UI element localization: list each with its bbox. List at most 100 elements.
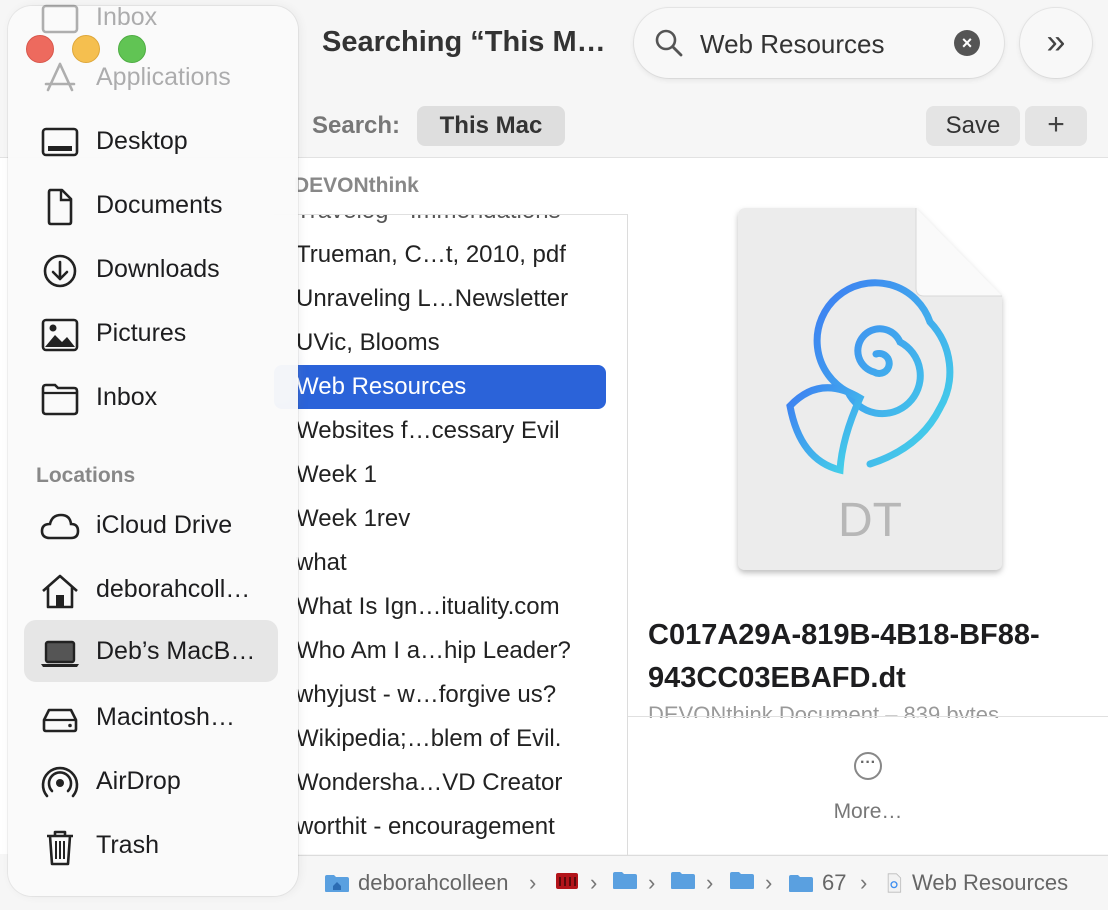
sidebar-item-home[interactable]: deborahcoll… bbox=[24, 558, 278, 620]
sidebar-item-trash[interactable]: Trash bbox=[24, 814, 278, 876]
sidebar-item-label: Trash bbox=[96, 831, 159, 859]
result-row[interactable]: Travelog - Immendations bbox=[274, 215, 606, 233]
path-item-label: 67 bbox=[822, 870, 847, 895]
scope-this-mac-button[interactable]: This Mac bbox=[417, 106, 565, 146]
path-item-folder-67[interactable]: 67 bbox=[788, 870, 846, 896]
preview-file-name: C017A29A-819B-4B18-BF88-943CC03EBAFD.dt bbox=[648, 619, 1040, 694]
sidebar-item-icloud-drive[interactable]: iCloud Drive bbox=[24, 494, 278, 556]
doc-icon-label: DT bbox=[838, 494, 902, 547]
sidebar-item-macbook[interactable]: Deb’s MacB… bbox=[24, 620, 278, 682]
path-item-label: deborahcolleen bbox=[358, 870, 509, 895]
folder-icon bbox=[789, 875, 813, 892]
results-group-header: DEVONthink bbox=[294, 174, 419, 197]
sidebar-item-label: Documents bbox=[96, 191, 223, 219]
desktop-icon bbox=[41, 127, 79, 157]
preview-pane: DT C017A29A-819B-4B18-BF88-943CC03EBAFD.… bbox=[628, 158, 1108, 855]
path-chevron-icon: › bbox=[765, 870, 773, 895]
sidebar-item-desktop[interactable]: Desktop bbox=[24, 110, 278, 172]
home-icon bbox=[42, 574, 78, 609]
path-item-home[interactable]: deborahcolleen bbox=[324, 870, 508, 896]
result-row[interactable]: Unraveling L…Newsletter bbox=[274, 277, 606, 321]
path-chevron-icon: › bbox=[648, 870, 656, 895]
path-item-label: Web Resources bbox=[912, 870, 1069, 895]
window-title: Searching “This M… bbox=[322, 26, 606, 58]
more-button[interactable]: More… bbox=[628, 800, 1108, 824]
download-icon bbox=[43, 254, 77, 288]
folder-icon bbox=[671, 872, 695, 889]
sidebar-item-label: Inbox bbox=[96, 3, 158, 31]
sidebar-item-label: deborahcoll… bbox=[96, 575, 251, 603]
result-row[interactable]: Wikipedia;…blem of Evil. bbox=[274, 717, 606, 761]
sidebar-item-label: Desktop bbox=[96, 127, 188, 155]
result-row[interactable]: Week 1rev bbox=[274, 497, 606, 541]
clear-search-icon[interactable]: × bbox=[954, 30, 980, 56]
document-icon bbox=[887, 873, 902, 893]
result-row[interactable]: whyjust - w…forgive us? bbox=[274, 673, 606, 717]
result-row[interactable]: Who Am I a…hip Leader? bbox=[274, 629, 606, 673]
result-row[interactable]: What Is Ign…ituality.com bbox=[274, 585, 606, 629]
devonthink-document-icon: DT bbox=[738, 208, 1002, 570]
trash-icon bbox=[47, 830, 73, 866]
sidebar-item-label: Deb’s MacB… bbox=[96, 637, 256, 665]
home-folder-icon bbox=[325, 875, 349, 892]
document-icon bbox=[47, 188, 73, 226]
sidebar-item-pictures[interactable]: Pictures bbox=[24, 302, 278, 364]
sidebar-item-macintosh-hd[interactable]: Macintosh… bbox=[24, 686, 278, 748]
sidebar-item-label: Pictures bbox=[96, 319, 187, 347]
path-item-folder[interactable] bbox=[729, 870, 755, 890]
path-item-web-resources[interactable]: Web Resources bbox=[884, 870, 1068, 896]
sidebar-item-airdrop[interactable]: AirDrop bbox=[24, 750, 278, 812]
folder-icon bbox=[613, 872, 637, 889]
inbox-icon bbox=[41, 4, 79, 34]
devonthink-database-icon bbox=[556, 873, 578, 889]
search-icon bbox=[655, 29, 683, 57]
sidebar-item-label: Macintosh… bbox=[96, 703, 235, 731]
result-row[interactable]: what bbox=[274, 541, 606, 585]
folder-icon bbox=[41, 383, 79, 416]
path-item-devonthink-db[interactable] bbox=[554, 870, 580, 890]
sidebar-item-label: iCloud Drive bbox=[96, 511, 233, 539]
more-icon[interactable]: ··· bbox=[854, 752, 882, 780]
search-field[interactable]: Web Resources × bbox=[634, 8, 1004, 78]
path-item-folder[interactable] bbox=[612, 870, 638, 890]
result-row[interactable]: Wondersha…VD Creator bbox=[274, 761, 606, 805]
sidebar-item-label: Downloads bbox=[96, 255, 220, 283]
pictures-icon bbox=[41, 318, 79, 352]
path-item-folder[interactable] bbox=[670, 870, 696, 890]
disk-icon bbox=[42, 708, 78, 733]
result-row[interactable]: UVic, Blooms bbox=[274, 321, 606, 365]
search-scope-label: Search: bbox=[312, 112, 401, 139]
airdrop-icon bbox=[41, 766, 79, 798]
sidebar-section-locations: Locations bbox=[36, 464, 136, 487]
applications-icon bbox=[44, 62, 76, 92]
result-row[interactable]: Trueman, C…t, 2010, pdf bbox=[274, 233, 606, 277]
toolbar: Searching “This M… Web Resources × » Sea… bbox=[298, 0, 1108, 156]
sidebar-item-label: Inbox bbox=[96, 383, 158, 411]
toolbar-overflow-button[interactable]: » bbox=[1020, 8, 1092, 78]
result-row[interactable]: Websites f…cessary Evil bbox=[274, 409, 606, 453]
sidebar: Inbox Applications Desktop Documents Dow… bbox=[8, 3, 298, 896]
search-input[interactable]: Web Resources bbox=[700, 29, 885, 60]
sidebar-item-inbox[interactable]: Inbox bbox=[24, 366, 278, 428]
result-row-selected[interactable]: Web Resources bbox=[274, 365, 606, 409]
sidebar-item-label: Applications bbox=[96, 63, 231, 91]
path-chevron-icon: › bbox=[706, 870, 714, 895]
results-list[interactable]: Travelog - ImmendationsTrueman, C…t, 201… bbox=[274, 214, 628, 855]
sidebar-item-inbox-top[interactable]: Inbox bbox=[24, 0, 278, 48]
result-row[interactable]: worthit - encouragement bbox=[274, 805, 606, 849]
save-search-button[interactable]: Save bbox=[926, 106, 1020, 146]
path-chevron-icon: › bbox=[529, 870, 537, 895]
path-chevron-icon: › bbox=[590, 870, 598, 895]
result-row[interactable]: Week 1 bbox=[274, 453, 606, 497]
sidebar-item-label: AirDrop bbox=[96, 767, 181, 795]
path-bar: deborahcolleen › › › › › 67 › Web Resour… bbox=[298, 855, 1108, 910]
preview-divider bbox=[628, 716, 1108, 717]
laptop-icon bbox=[41, 640, 79, 667]
sidebar-item-downloads[interactable]: Downloads bbox=[24, 238, 278, 300]
add-criteria-button[interactable]: + bbox=[1025, 106, 1087, 146]
sidebar-item-applications[interactable]: Applications bbox=[24, 46, 278, 108]
path-chevron-icon: › bbox=[860, 870, 868, 895]
cloud-icon bbox=[40, 513, 80, 540]
finder-window: Searching “This M… Web Resources × » Sea… bbox=[0, 0, 1108, 910]
sidebar-item-documents[interactable]: Documents bbox=[24, 174, 278, 236]
